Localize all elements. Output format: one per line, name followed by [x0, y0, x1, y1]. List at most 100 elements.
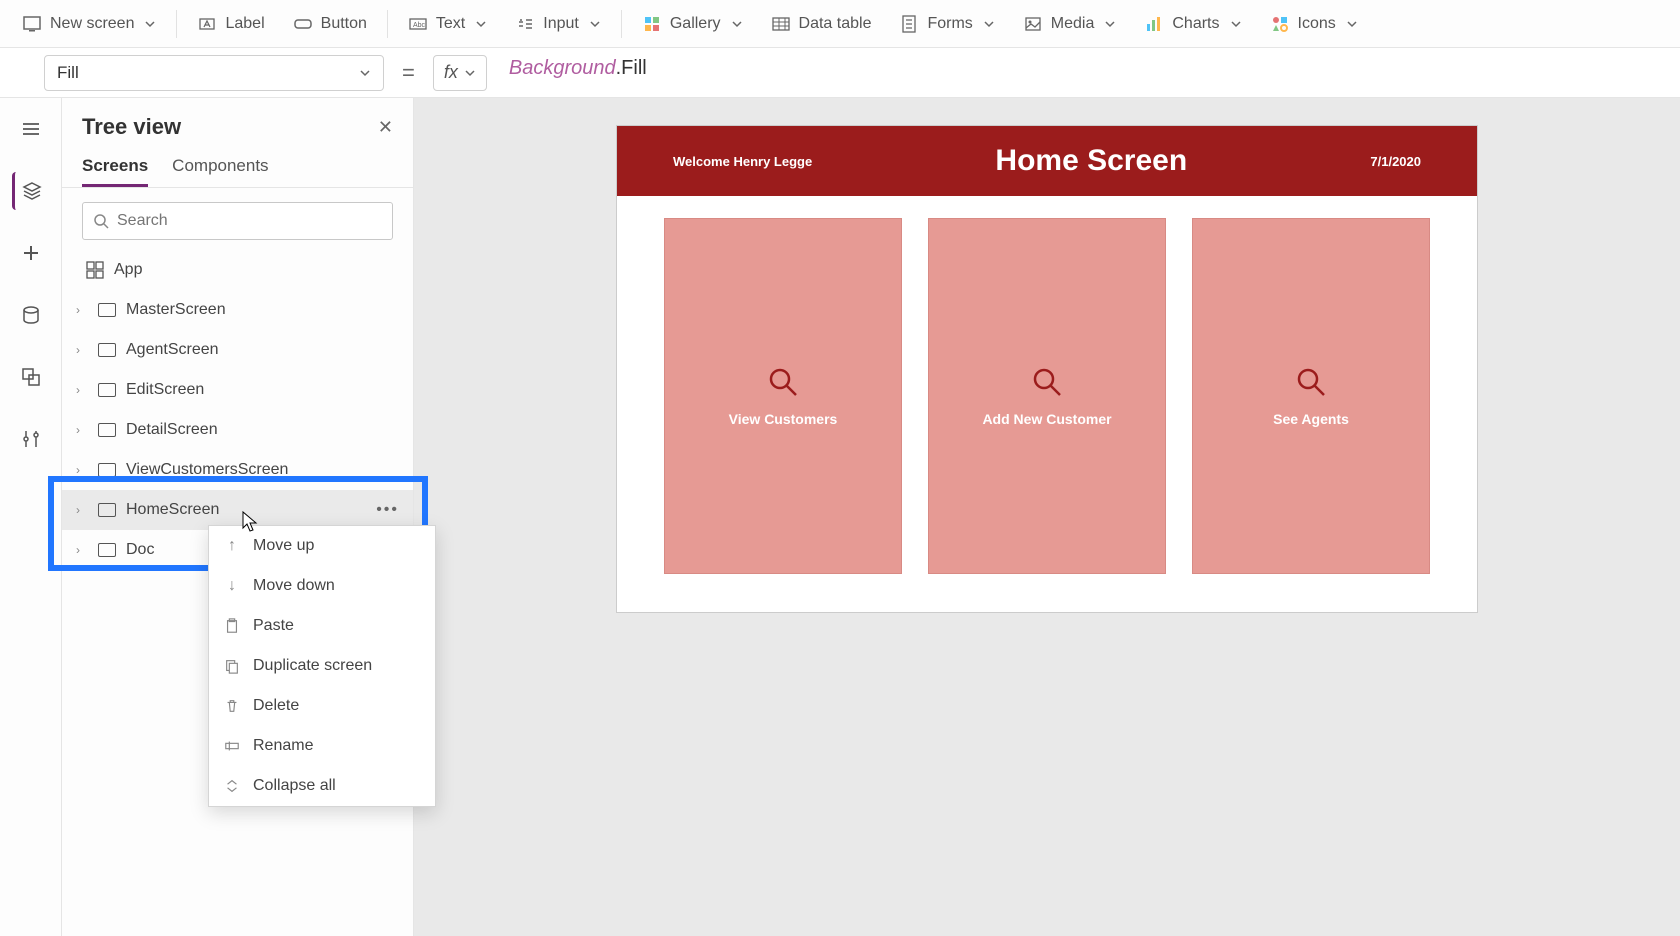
text-button[interactable]: Abc Text [396, 8, 499, 40]
ctx-move-down[interactable]: ↓Move down [209, 566, 435, 606]
button-btn-label: Button [321, 15, 367, 33]
label-btn-label: Label [225, 15, 264, 33]
tree-item-label: MasterScreen [126, 301, 226, 319]
ctx-collapse[interactable]: Collapse all [209, 766, 435, 806]
formula-bar: Fill = fx Background.Fill [0, 48, 1680, 98]
card-see-agents[interactable]: See Agents [1192, 218, 1430, 574]
more-icon[interactable]: ••• [376, 501, 399, 519]
table-icon [771, 14, 791, 34]
icons-btn-label: Icons [1298, 15, 1336, 33]
tree-item-homescreen[interactable]: ›HomeScreen••• [62, 490, 413, 530]
tree-item-masterscreen[interactable]: ›MasterScreen [62, 290, 413, 330]
ctx-duplicate[interactable]: Duplicate screen [209, 646, 435, 686]
magnify-icon [766, 365, 800, 399]
separator [387, 10, 388, 38]
separator [621, 10, 622, 38]
tree-item-label: DetailScreen [126, 421, 218, 439]
svg-text:Abc: Abc [413, 22, 426, 29]
magnify-icon [1030, 365, 1064, 399]
tab-screens[interactable]: Screens [82, 148, 148, 187]
tree-item-agentscreen[interactable]: ›AgentScreen [62, 330, 413, 370]
formula-identifier: Background [509, 57, 616, 79]
card-view-customers[interactable]: View Customers [664, 218, 902, 574]
welcome-text: Welcome Henry Legge [673, 154, 812, 169]
chevron-down-icon [359, 67, 371, 79]
tree-item-viewcustomersscreen[interactable]: ›ViewCustomersScreen [62, 450, 413, 490]
chevron-down-icon [983, 18, 995, 30]
card-add-customer[interactable]: Add New Customer [928, 218, 1166, 574]
ctx-delete[interactable]: Delete [209, 686, 435, 726]
tree-item-label: Doc [126, 541, 154, 559]
tree-item-label: HomeScreen [126, 501, 219, 519]
tree-item-label: App [114, 261, 142, 279]
chevron-down-icon [1230, 18, 1242, 30]
forms-button[interactable]: Forms [887, 8, 1006, 40]
chevron-down-icon [475, 18, 487, 30]
card-label: Add New Customer [982, 411, 1111, 427]
tree-item-label: EditScreen [126, 381, 204, 399]
ctx-label: Delete [253, 697, 299, 715]
chevron-down-icon [144, 18, 156, 30]
media-rail-icon[interactable] [12, 358, 50, 396]
ctx-rename[interactable]: Rename [209, 726, 435, 766]
magnify-icon [1294, 365, 1328, 399]
screen-preview[interactable]: Welcome Henry Legge Home Screen 7/1/2020… [617, 126, 1477, 612]
card-label: View Customers [729, 411, 838, 427]
app-icon [86, 261, 104, 279]
collapse-icon [223, 777, 241, 795]
text-icon: Abc [408, 14, 428, 34]
tab-components[interactable]: Components [172, 148, 268, 187]
gallery-button[interactable]: Gallery [630, 8, 755, 40]
chevron-down-icon [1346, 18, 1358, 30]
insert-icon[interactable] [12, 234, 50, 272]
ctx-label: Collapse all [253, 777, 336, 795]
media-button[interactable]: Media [1011, 8, 1129, 40]
gallery-icon [642, 14, 662, 34]
ctx-paste[interactable]: Paste [209, 606, 435, 646]
arrow-down-icon: ↓ [223, 577, 241, 595]
tree-panel: Tree view ✕ Screens Components App ›Mast… [62, 98, 414, 936]
fx-button[interactable]: fx [433, 55, 487, 91]
arrow-up-icon: ↑ [223, 537, 241, 555]
button-icon [293, 14, 313, 34]
label-button[interactable]: Label [185, 8, 276, 40]
formula-input[interactable]: Background.Fill [501, 55, 1668, 91]
chevron-down-icon [464, 67, 476, 79]
search-icon [93, 213, 109, 229]
data-icon[interactable] [12, 296, 50, 334]
button-button[interactable]: Button [281, 8, 379, 40]
separator [176, 10, 177, 38]
icons-icon [1270, 14, 1290, 34]
search-input[interactable] [82, 202, 393, 240]
media-icon [1023, 14, 1043, 34]
ctx-label: Duplicate screen [253, 657, 372, 675]
delete-icon [223, 697, 241, 715]
rename-icon [223, 737, 241, 755]
forms-btn-label: Forms [927, 15, 972, 33]
ctx-label: Paste [253, 617, 294, 635]
tree-title: Tree view [82, 114, 181, 140]
equals-sign: = [398, 60, 419, 86]
charts-button[interactable]: Charts [1132, 8, 1253, 40]
new-screen-button[interactable]: New screen [10, 8, 168, 40]
cards-row: View Customers Add New Customer See Agen… [617, 196, 1477, 596]
property-selector[interactable]: Fill [44, 55, 384, 91]
insert-toolbar: New screen Label Button Abc Text Input G… [0, 0, 1680, 48]
search-field[interactable] [117, 212, 382, 230]
tree-item-detailscreen[interactable]: ›DetailScreen [62, 410, 413, 450]
tools-icon[interactable] [12, 420, 50, 458]
ctx-move-up[interactable]: ↑Move up [209, 526, 435, 566]
tree-item-app[interactable]: App [62, 250, 413, 290]
tree-view-icon[interactable] [12, 172, 50, 210]
tree-item-editscreen[interactable]: ›EditScreen [62, 370, 413, 410]
charts-btn-label: Charts [1172, 15, 1219, 33]
screen-header: Welcome Henry Legge Home Screen 7/1/2020 [617, 126, 1477, 196]
canvas[interactable]: Welcome Henry Legge Home Screen 7/1/2020… [414, 98, 1680, 936]
icons-button[interactable]: Icons [1258, 8, 1370, 40]
gallery-btn-label: Gallery [670, 15, 721, 33]
data-table-button[interactable]: Data table [759, 8, 884, 40]
context-menu: ↑Move up ↓Move down Paste Duplicate scre… [208, 525, 436, 807]
close-icon[interactable]: ✕ [378, 117, 393, 138]
hamburger-icon[interactable] [12, 110, 50, 148]
input-button[interactable]: Input [503, 8, 613, 40]
